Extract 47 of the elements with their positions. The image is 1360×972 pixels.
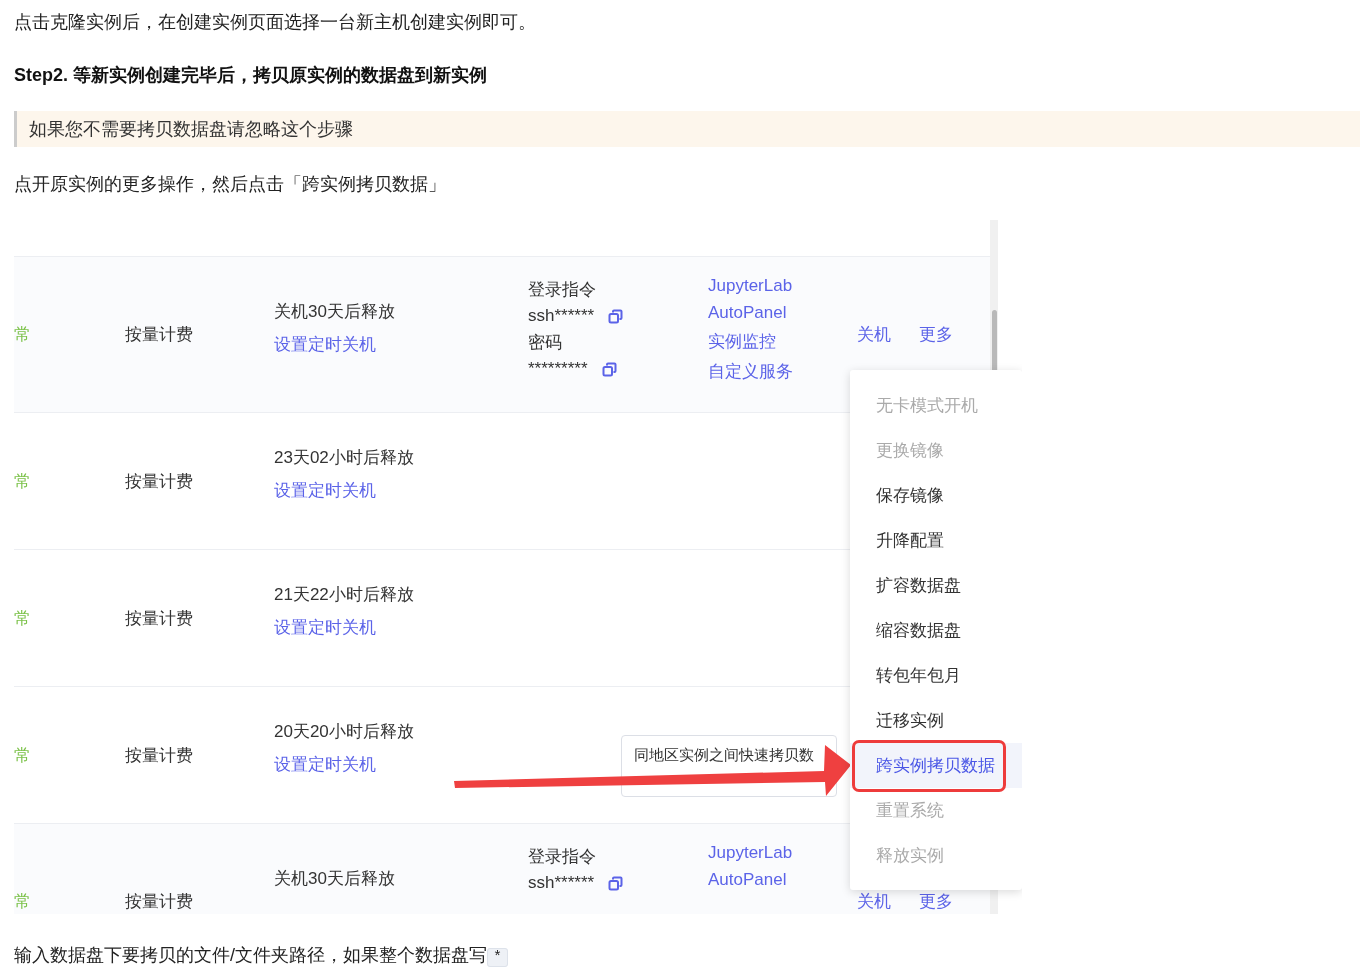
note-callout: 如果您不需要拷贝数据盘请忽略这个步骤 [14, 111, 1360, 147]
billing-text: 按量计费 [125, 744, 194, 767]
menu-item[interactable]: 升降配置 [850, 518, 1022, 563]
shutdown-link[interactable]: 关机 [857, 323, 891, 346]
billing-text: 按量计费 [125, 470, 194, 493]
password-text: ********* [528, 359, 588, 379]
login-label: 登录指令 [528, 279, 597, 301]
status-text: 常 [14, 324, 32, 346]
menu-item[interactable]: 迁移实例 [850, 698, 1022, 743]
password-label: 密码 [528, 332, 563, 354]
schedule-shutdown-link[interactable]: 设置定时关机 [274, 616, 528, 639]
paragraph: 点开原实例的更多操作，然后点击「跨实例拷贝数据」 [14, 173, 447, 196]
ssh-command: ssh****** [528, 873, 595, 893]
schedule-shutdown-link[interactable]: 设置定时关机 [274, 479, 528, 502]
service-link[interactable]: AutoPanel [708, 303, 857, 323]
schedule-shutdown-link[interactable]: 设置定时关机 [274, 332, 528, 356]
release-text: 20天20小时后释放 [274, 721, 415, 743]
billing-text: 按量计费 [125, 891, 194, 913]
release-text: 23天02小时后释放 [274, 447, 415, 469]
release-text: 关机30天后释放 [274, 300, 396, 323]
ssh-command: ssh****** [528, 306, 595, 326]
status-text: 常 [14, 607, 32, 630]
service-link[interactable]: JupyterLab [708, 276, 857, 296]
release-text: 21天22小时后释放 [274, 584, 415, 606]
copy-icon[interactable] [601, 361, 617, 377]
service-link[interactable]: 实例监控 [708, 330, 857, 353]
menu-item[interactable]: 保存镜像 [850, 473, 1022, 518]
shutdown-link[interactable]: 关机 [857, 890, 891, 913]
more-link[interactable]: 更多 [919, 890, 953, 913]
menu-item[interactable]: 转包年包月 [850, 653, 1022, 698]
billing-text: 按量计费 [125, 324, 194, 346]
menu-item[interactable]: 扩容数据盘 [850, 563, 1022, 608]
billing-text: 按量计费 [125, 607, 194, 630]
release-text: 关机30天后释放 [274, 867, 396, 890]
paragraph: 点击克隆实例后，在创建实例页面选择一台新主机创建实例即可。 [14, 11, 537, 34]
login-label: 登录指令 [528, 846, 597, 868]
status-text: 常 [14, 744, 32, 767]
more-link[interactable]: 更多 [919, 323, 953, 346]
status-text: 常 [14, 470, 32, 493]
copy-icon[interactable] [608, 875, 624, 891]
inline-code: * [487, 948, 509, 967]
paragraph: 输入数据盘下要拷贝的文件/文件夹路径，如果整个数据盘写 [14, 945, 487, 965]
schedule-shutdown-link[interactable]: 设置定时关机 [274, 753, 528, 776]
step-heading: Step2. 等新实例创建完毕后，拷贝原实例的数据盘到新实例 [14, 64, 489, 87]
copy-icon[interactable] [608, 308, 624, 324]
menu-item[interactable]: 缩容数据盘 [850, 608, 1022, 653]
status-text: 常 [14, 891, 32, 913]
